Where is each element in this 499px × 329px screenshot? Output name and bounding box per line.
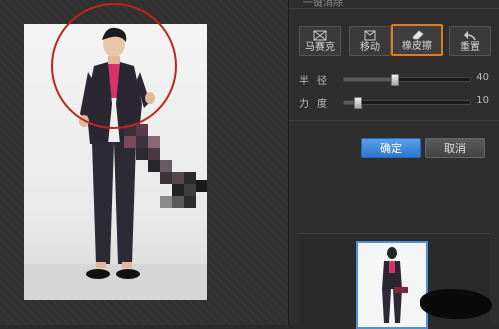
strength-slider-row: 力度 10 [299, 95, 489, 110]
brush-cursor-circle [51, 3, 177, 129]
strength-label: 力度 [299, 99, 335, 110]
move-tool-button[interactable]: 移动 [349, 26, 391, 56]
radius-slider-thumb[interactable] [391, 74, 400, 86]
strength-slider[interactable] [343, 97, 471, 109]
move-tool-label: 移动 [360, 42, 380, 53]
radius-slider[interactable] [343, 74, 471, 86]
mosaic-region [124, 124, 207, 208]
cancel-button[interactable]: 取消 [425, 138, 485, 158]
eraser-icon [412, 30, 424, 40]
panel-title: 一键消除 [303, 0, 343, 9]
preview-figure [382, 247, 408, 323]
radius-label: 半径 [299, 76, 335, 87]
mosaic-icon [313, 30, 327, 41]
image-canvas[interactable] [0, 0, 288, 325]
edit-panel: 一键消除 马赛克 移动 橡皮擦 重置 半径 40 力度 10 确定 取消 [288, 0, 499, 329]
confirm-button[interactable]: 确定 [361, 138, 421, 158]
mosaic-tool-button[interactable]: 马赛克 [299, 26, 341, 56]
mosaic-tool-label: 马赛克 [305, 42, 335, 53]
eraser-tool-label: 橡皮擦 [402, 41, 432, 52]
undo-icon [464, 31, 476, 41]
radius-slider-row: 半径 40 [299, 72, 489, 87]
radius-value: 40 [476, 72, 489, 83]
panel-header: 一键消除 [289, 0, 499, 9]
eraser-tool-button[interactable]: 橡皮擦 [391, 24, 443, 56]
strength-slider-thumb[interactable] [353, 97, 362, 109]
move-icon [364, 30, 376, 41]
strength-value: 10 [476, 95, 489, 106]
preview-image[interactable] [356, 241, 428, 329]
divider [289, 120, 499, 121]
reset-tool-button[interactable]: 重置 [449, 26, 491, 56]
black-smudge [420, 289, 492, 319]
reset-tool-label: 重置 [460, 42, 480, 53]
